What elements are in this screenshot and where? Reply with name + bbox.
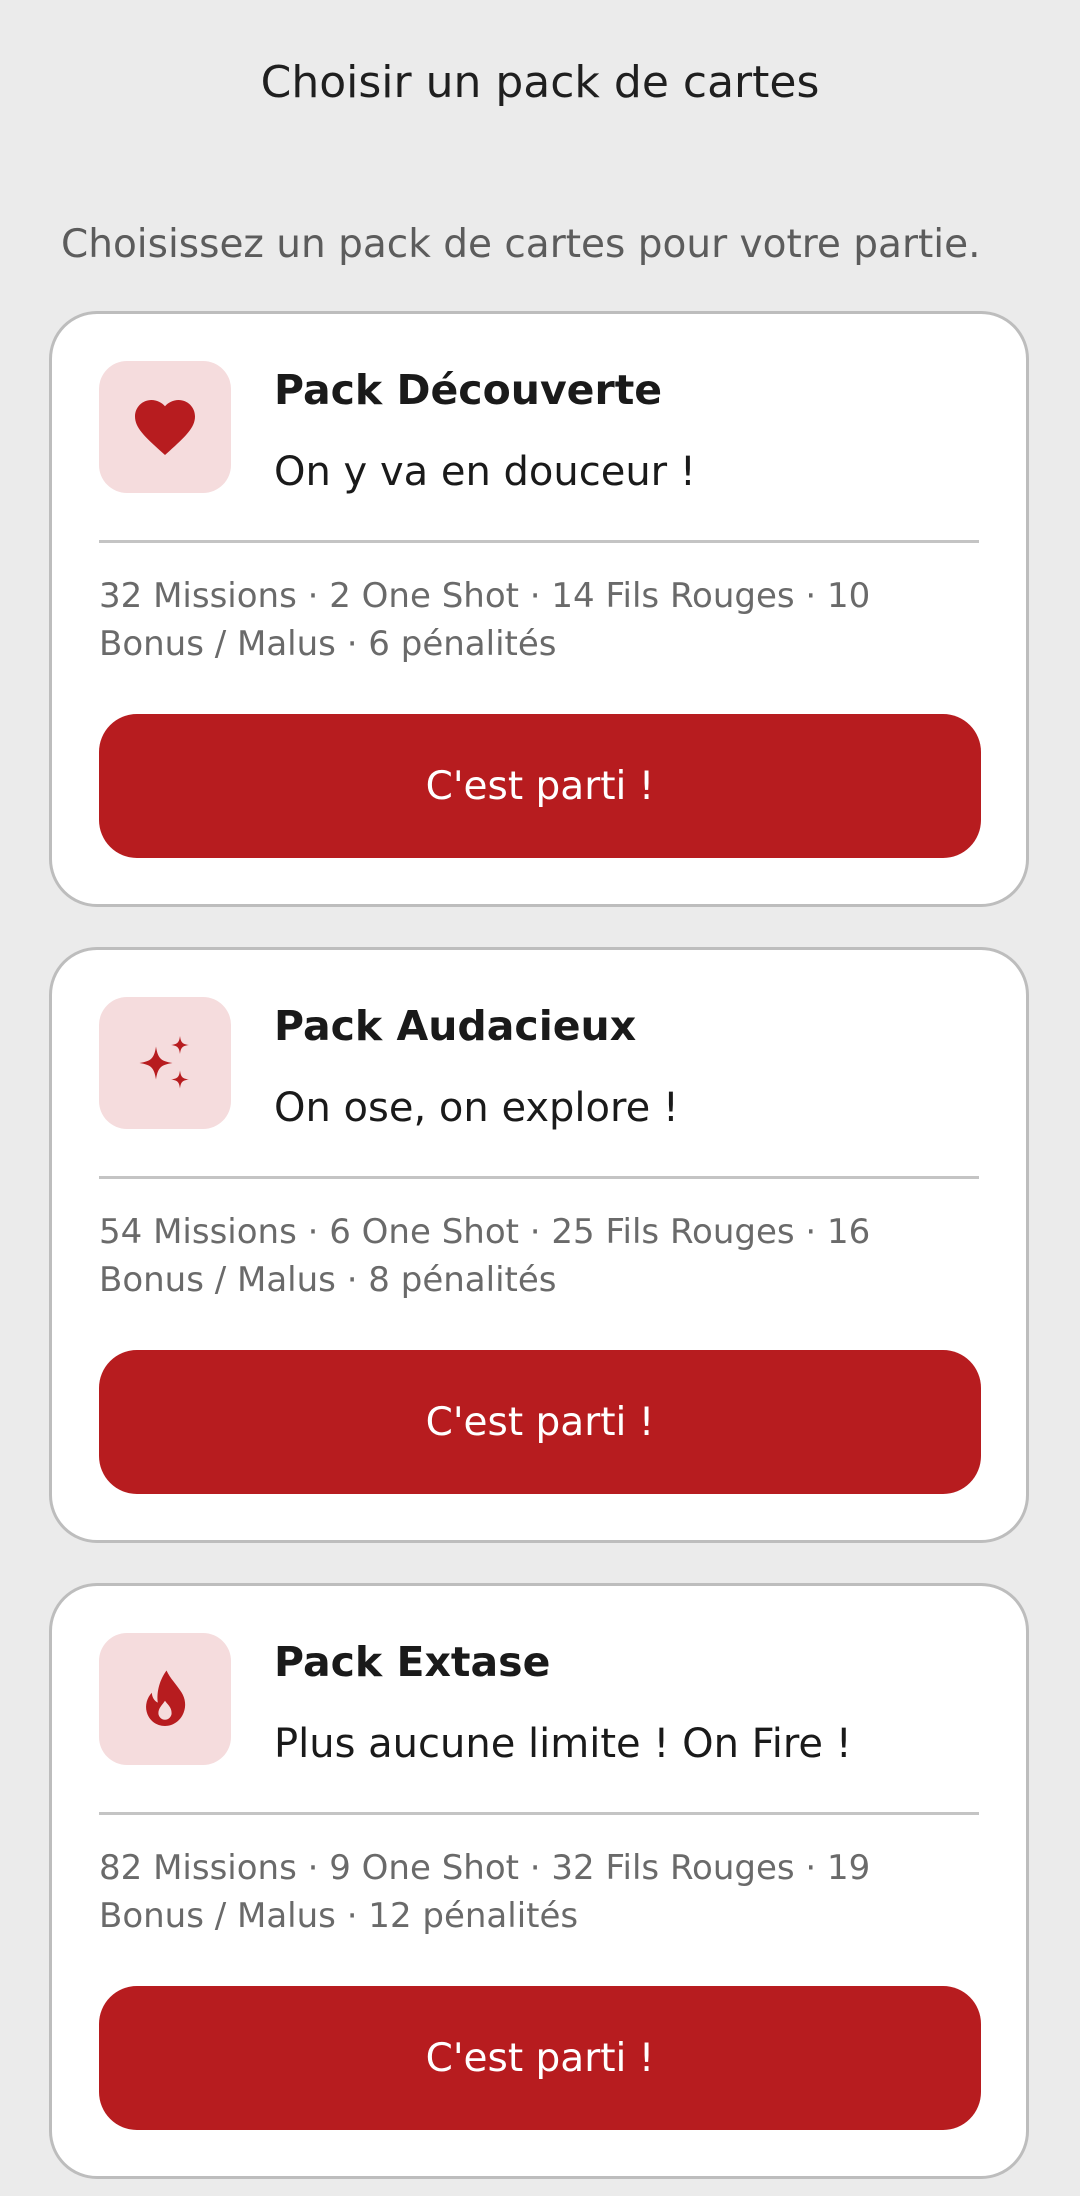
pack-tagline: On y va en douceur ! xyxy=(274,449,696,495)
sparkles-icon xyxy=(99,997,231,1129)
pack-card-decouverte: Pack Découverte On y va en douceur ! 32 … xyxy=(49,311,1029,907)
pack-card-extase: Pack Extase Plus aucune limite ! On Fire… xyxy=(49,1583,1029,2179)
pack-contents: 82 Missions · 9 One Shot · 32 Fils Rouge… xyxy=(99,1848,871,1936)
start-pack-audacieux-button[interactable]: C'est parti ! xyxy=(99,1350,981,1494)
start-pack-decouverte-button[interactable]: C'est parti ! xyxy=(99,714,981,858)
intro-text: Choisissez un pack de cartes pour votre … xyxy=(61,222,981,267)
divider xyxy=(99,1812,979,1815)
divider xyxy=(99,540,979,543)
pack-name: Pack Extase xyxy=(274,1638,551,1686)
page-title: Choisir un pack de cartes xyxy=(260,57,820,108)
divider xyxy=(99,1176,979,1179)
pack-contents: 32 Missions · 2 One Shot · 14 Fils Rouge… xyxy=(99,576,871,664)
fire-icon xyxy=(99,1633,231,1765)
start-pack-extase-button[interactable]: C'est parti ! xyxy=(99,1986,981,2130)
pack-name: Pack Découverte xyxy=(274,366,663,414)
heart-icon xyxy=(99,361,231,493)
pack-contents: 54 Missions · 6 One Shot · 25 Fils Rouge… xyxy=(99,1212,871,1300)
pack-card-audacieux: Pack Audacieux On ose, on explore ! 54 M… xyxy=(49,947,1029,1543)
pack-tagline: Plus aucune limite ! On Fire ! xyxy=(274,1721,852,1767)
pack-tagline: On ose, on explore ! xyxy=(274,1085,679,1131)
pack-name: Pack Audacieux xyxy=(274,1002,637,1050)
